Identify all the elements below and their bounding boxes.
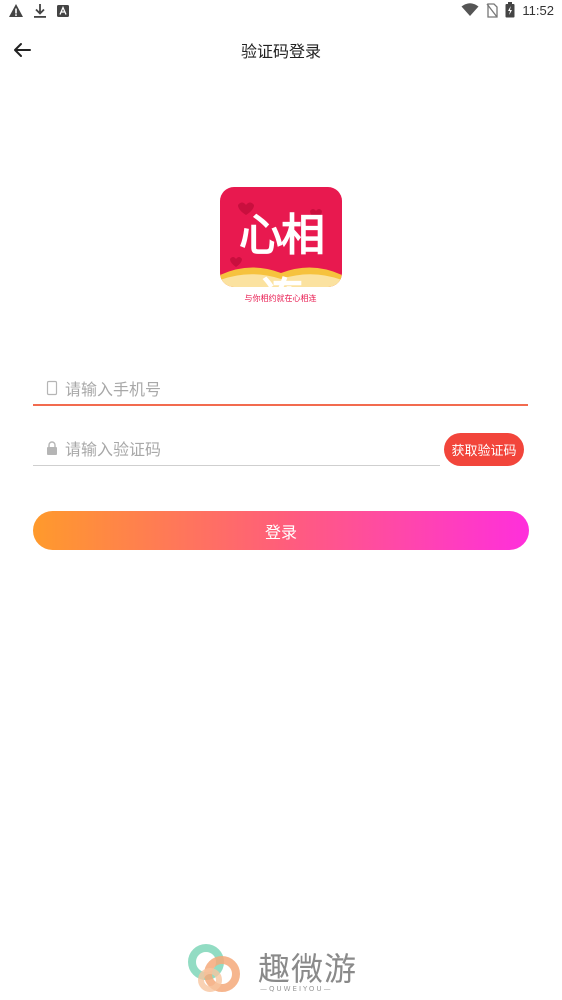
get-code-button[interactable]: 获取验证码	[444, 433, 524, 466]
watermark-subtitle: —QUWEIYOU—	[260, 985, 333, 993]
app-notification-icon	[57, 5, 69, 17]
login-button[interactable]: 登录	[33, 511, 529, 550]
app-logo: 心相连 与你相约就在心相连	[219, 187, 342, 309]
status-bar: 11:52	[0, 0, 562, 24]
no-sim-icon	[486, 2, 499, 18]
app-bar: 验证码登录	[0, 28, 562, 70]
status-left-icons	[8, 3, 70, 19]
logo-badge: 心相连	[220, 187, 342, 287]
page-title: 验证码登录	[240, 42, 321, 61]
phone-field	[33, 372, 528, 406]
quweiyou-logo-icon	[188, 944, 240, 992]
download-icon	[34, 4, 46, 18]
status-time: 11:52	[522, 2, 554, 18]
phone-icon	[46, 380, 58, 396]
battery-icon	[505, 2, 515, 18]
logo-text: 心相连	[239, 210, 325, 287]
logo-tagline: 与你相约就在心相连	[244, 294, 317, 303]
watermark-name: 趣微游	[258, 950, 358, 988]
warning-icon	[9, 4, 23, 17]
code-field	[33, 432, 440, 466]
lock-icon	[47, 441, 57, 455]
phone-input[interactable]	[65, 375, 520, 403]
code-input[interactable]	[65, 435, 432, 463]
status-right-icons: 11:52	[461, 2, 554, 18]
watermark: 趣微游 —QUWEIYOU—	[186, 940, 376, 1000]
wifi-icon	[461, 3, 479, 16]
